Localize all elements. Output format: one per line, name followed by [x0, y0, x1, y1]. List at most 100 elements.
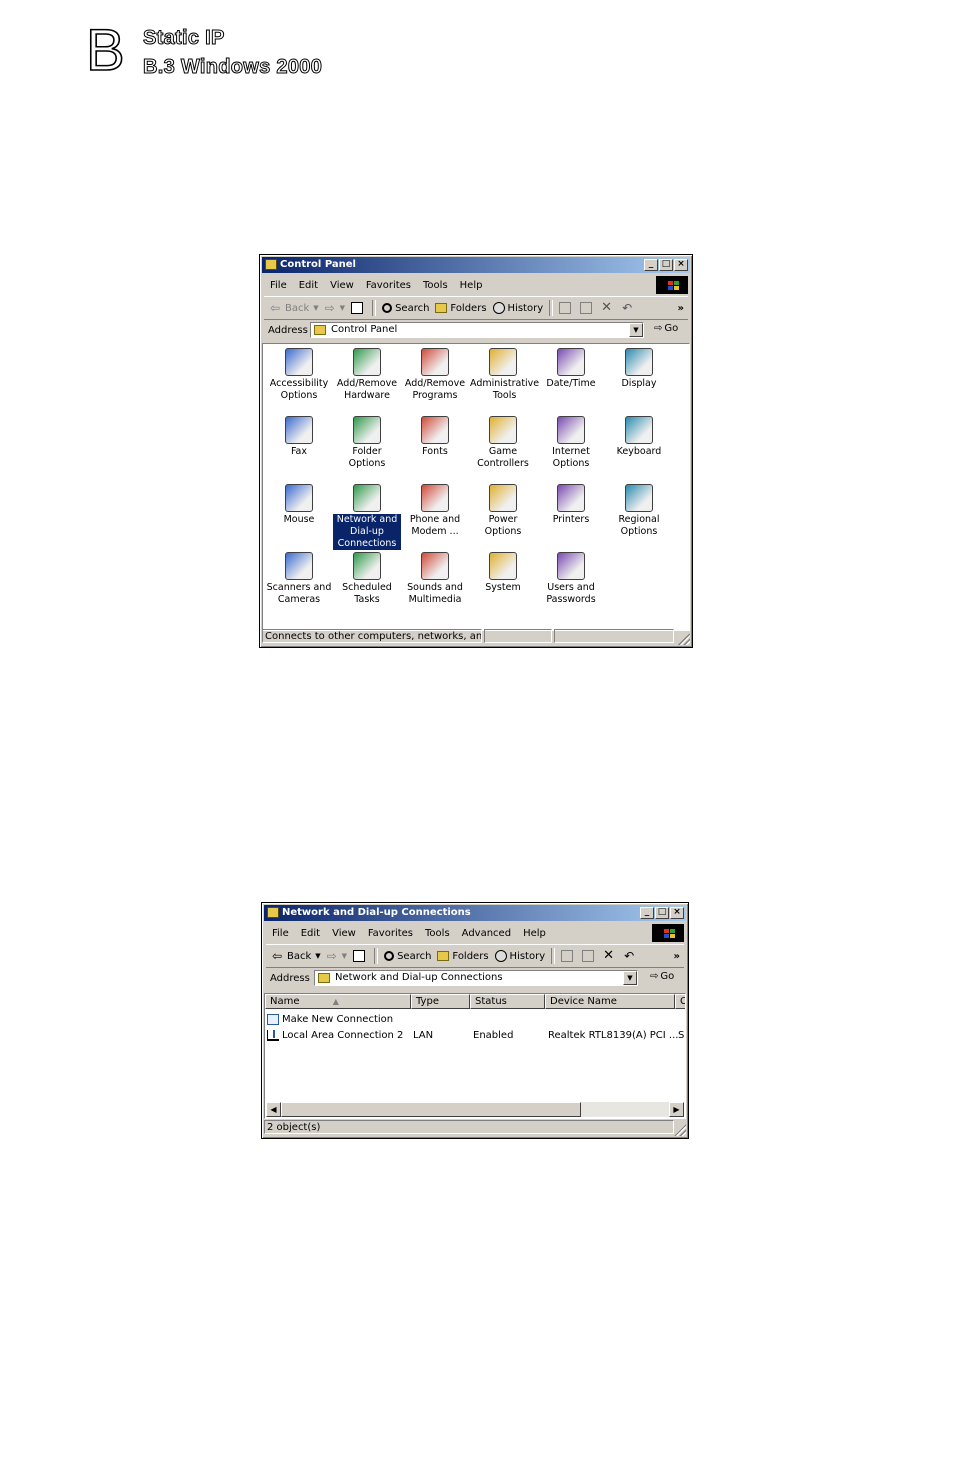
go-button[interactable]: ⇨ Go: [650, 971, 674, 982]
cp-item[interactable]: Internet Options: [537, 416, 605, 470]
close-button[interactable]: ×: [670, 907, 684, 919]
title-bar[interactable]: Control Panel _ □ ×: [262, 257, 690, 273]
scroll-left-button[interactable]: ◀: [266, 1102, 281, 1117]
title-bar[interactable]: Network and Dial-up Connections _ □ ×: [264, 905, 686, 921]
column-header-status[interactable]: Status: [470, 994, 545, 1009]
menu-view[interactable]: View: [332, 928, 356, 939]
minimize-button[interactable]: _: [640, 907, 654, 919]
move-to-button[interactable]: [559, 302, 574, 314]
history-button[interactable]: History: [492, 302, 543, 314]
scroll-thumb[interactable]: [281, 1102, 581, 1117]
history-button[interactable]: History: [494, 950, 545, 962]
cp-item-label: Mouse: [283, 514, 315, 525]
toolbar-overflow-button[interactable]: »: [678, 303, 684, 314]
column-header-extra[interactable]: C: [675, 994, 685, 1009]
menu-view[interactable]: View: [330, 280, 354, 291]
resize-grip[interactable]: [678, 633, 690, 645]
up-folder-button[interactable]: [351, 302, 366, 314]
control-panel-content: Accessibility Options Add/Remove Hardware…: [262, 343, 690, 631]
list-item-make-new-connection[interactable]: Make New Connection: [265, 1011, 412, 1027]
cp-item[interactable]: Regional Options: [605, 484, 673, 538]
address-dropdown-button[interactable]: ▼: [623, 971, 637, 985]
up-folder-button[interactable]: [353, 950, 368, 962]
column-header-name[interactable]: Name ▲: [265, 994, 411, 1009]
cp-item[interactable]: Add/Remove Hardware: [333, 348, 401, 402]
cp-item[interactable]: Power Options: [469, 484, 537, 538]
cp-item[interactable]: Fonts: [401, 416, 469, 458]
status-text: Connects to other computers, networks, a…: [262, 629, 482, 643]
forward-button[interactable]: ⇨ ▼: [327, 950, 347, 962]
menu-help[interactable]: Help: [523, 928, 546, 939]
back-button[interactable]: ⇦ Back ▼: [270, 302, 319, 314]
search-button[interactable]: Search: [384, 951, 431, 962]
search-button[interactable]: Search: [382, 303, 429, 314]
menu-favorites[interactable]: Favorites: [366, 280, 411, 291]
cp-item[interactable]: Users and Passwords: [537, 552, 605, 606]
menu-edit[interactable]: Edit: [301, 928, 320, 939]
minimize-button[interactable]: _: [644, 259, 658, 271]
resize-grip[interactable]: [674, 1124, 686, 1136]
cp-item[interactable]: Folder Options: [333, 416, 401, 470]
menu-tools[interactable]: Tools: [423, 280, 448, 291]
horizontal-scrollbar[interactable]: ◀ ▶: [266, 1102, 684, 1117]
forward-button[interactable]: ⇨ ▼: [325, 302, 345, 314]
go-button[interactable]: ⇨ Go: [654, 323, 678, 334]
history-icon: [492, 302, 505, 314]
menu-help[interactable]: Help: [460, 280, 483, 291]
toolbar-overflow-button[interactable]: »: [674, 951, 680, 962]
cp-item[interactable]: Fax: [265, 416, 333, 458]
cp-item-label: Regional Options: [618, 514, 660, 537]
cp-item[interactable]: System: [469, 552, 537, 594]
back-button[interactable]: ⇦ Back ▼: [272, 950, 321, 962]
menu-advanced[interactable]: Advanced: [462, 928, 511, 939]
cp-item[interactable]: Accessibility Options: [265, 348, 333, 402]
cp-item[interactable]: Mouse: [265, 484, 333, 526]
folders-button[interactable]: Folders: [435, 303, 487, 314]
network-icon: [353, 484, 381, 512]
move-to-button[interactable]: [561, 950, 576, 962]
cp-item[interactable]: Keyboard: [605, 416, 673, 458]
cp-item[interactable]: Phone and Modem ...: [401, 484, 469, 538]
scroll-right-button[interactable]: ▶: [669, 1102, 684, 1117]
cp-item[interactable]: Date/Time: [537, 348, 605, 390]
cp-item[interactable]: Network and Dial-up Connections: [333, 484, 401, 550]
list-item-local-area-connection[interactable]: Local Area Connection 2 LAN Enabled Real…: [265, 1027, 685, 1043]
cp-item-label: Scheduled Tasks: [342, 582, 392, 605]
cp-item[interactable]: Scheduled Tasks: [333, 552, 401, 606]
maximize-button[interactable]: □: [659, 259, 673, 271]
cp-item[interactable]: Scanners and Cameras: [265, 552, 333, 606]
cp-item[interactable]: Add/Remove Programs: [401, 348, 469, 402]
cp-item[interactable]: Game Controllers: [469, 416, 537, 470]
menu-edit[interactable]: Edit: [299, 280, 318, 291]
windows-logo-icon: [652, 924, 684, 942]
copy-to-button[interactable]: [580, 302, 595, 314]
undo-button[interactable]: ↶: [624, 950, 639, 962]
cp-item[interactable]: Administrative Tools: [469, 348, 539, 402]
menu-tools[interactable]: Tools: [425, 928, 450, 939]
cp-item[interactable]: Printers: [537, 484, 605, 526]
copy-to-button[interactable]: [582, 950, 597, 962]
menu-file[interactable]: File: [272, 928, 289, 939]
delete-button[interactable]: ✕: [603, 949, 618, 962]
move-to-icon: [561, 950, 574, 962]
cp-item[interactable]: Display: [605, 348, 673, 390]
maximize-button[interactable]: □: [655, 907, 669, 919]
address-input[interactable]: Network and Dial-up Connections ▼: [314, 970, 638, 986]
close-button[interactable]: ×: [674, 259, 688, 271]
back-arrow-icon: ⇦: [270, 301, 281, 315]
column-header-type[interactable]: Type: [411, 994, 470, 1009]
menu-file[interactable]: File: [270, 280, 287, 291]
undo-icon: ↶: [622, 301, 633, 315]
delete-button[interactable]: ✕: [601, 301, 616, 314]
cp-item[interactable]: Sounds and Multimedia: [401, 552, 469, 606]
address-input[interactable]: Control Panel ▼: [310, 322, 644, 338]
chapter-letter: B: [85, 18, 125, 83]
address-dropdown-button[interactable]: ▼: [629, 323, 643, 337]
undo-button[interactable]: ↶: [622, 302, 637, 314]
control-panel-icon: [314, 325, 326, 335]
folders-button[interactable]: Folders: [437, 951, 489, 962]
column-header-device-name[interactable]: Device Name: [545, 994, 675, 1009]
cp-item-label: Power Options: [484, 514, 522, 537]
menu-favorites[interactable]: Favorites: [368, 928, 413, 939]
copy-to-icon: [580, 302, 593, 314]
